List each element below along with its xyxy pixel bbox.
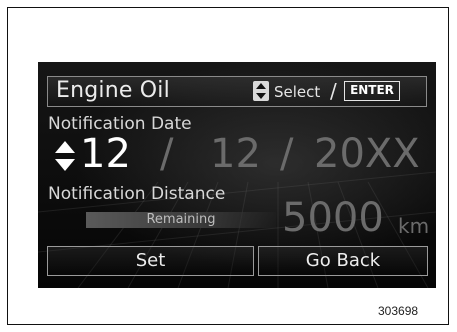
up-down-arrow-icon <box>253 81 269 101</box>
date-separator: / <box>280 131 294 177</box>
date-year-field[interactable]: 20XX <box>314 131 420 177</box>
remaining-label: Remaining <box>146 212 216 227</box>
notification-date-row: 12 / 12 / 20XX <box>52 131 432 184</box>
figure-number: 303698 <box>378 304 419 318</box>
date-day-field[interactable]: 12 <box>210 131 261 177</box>
date-month-field[interactable]: 12 <box>80 131 131 177</box>
title-bar: Engine Oil Select / ENTER <box>47 76 427 107</box>
notification-distance-label: Notification Distance <box>48 184 226 204</box>
hint-separator: / <box>330 79 337 103</box>
up-down-arrow-icon[interactable] <box>54 140 76 172</box>
display-screen: Engine Oil Select / ENTER Notification D… <box>38 62 436 288</box>
remaining-bar: Remaining <box>86 212 276 228</box>
page-title: Engine Oil <box>56 78 170 103</box>
distance-unit: km <box>398 214 430 238</box>
enter-button-hint: ENTER <box>344 81 400 101</box>
go-back-button[interactable]: Go Back <box>258 246 428 276</box>
select-hint-label: Select <box>274 83 321 101</box>
distance-value-field[interactable]: 5000 <box>282 195 384 241</box>
date-separator: / <box>160 131 174 177</box>
set-button[interactable]: Set <box>47 246 254 276</box>
figure-frame: Engine Oil Select / ENTER Notification D… <box>7 7 449 325</box>
